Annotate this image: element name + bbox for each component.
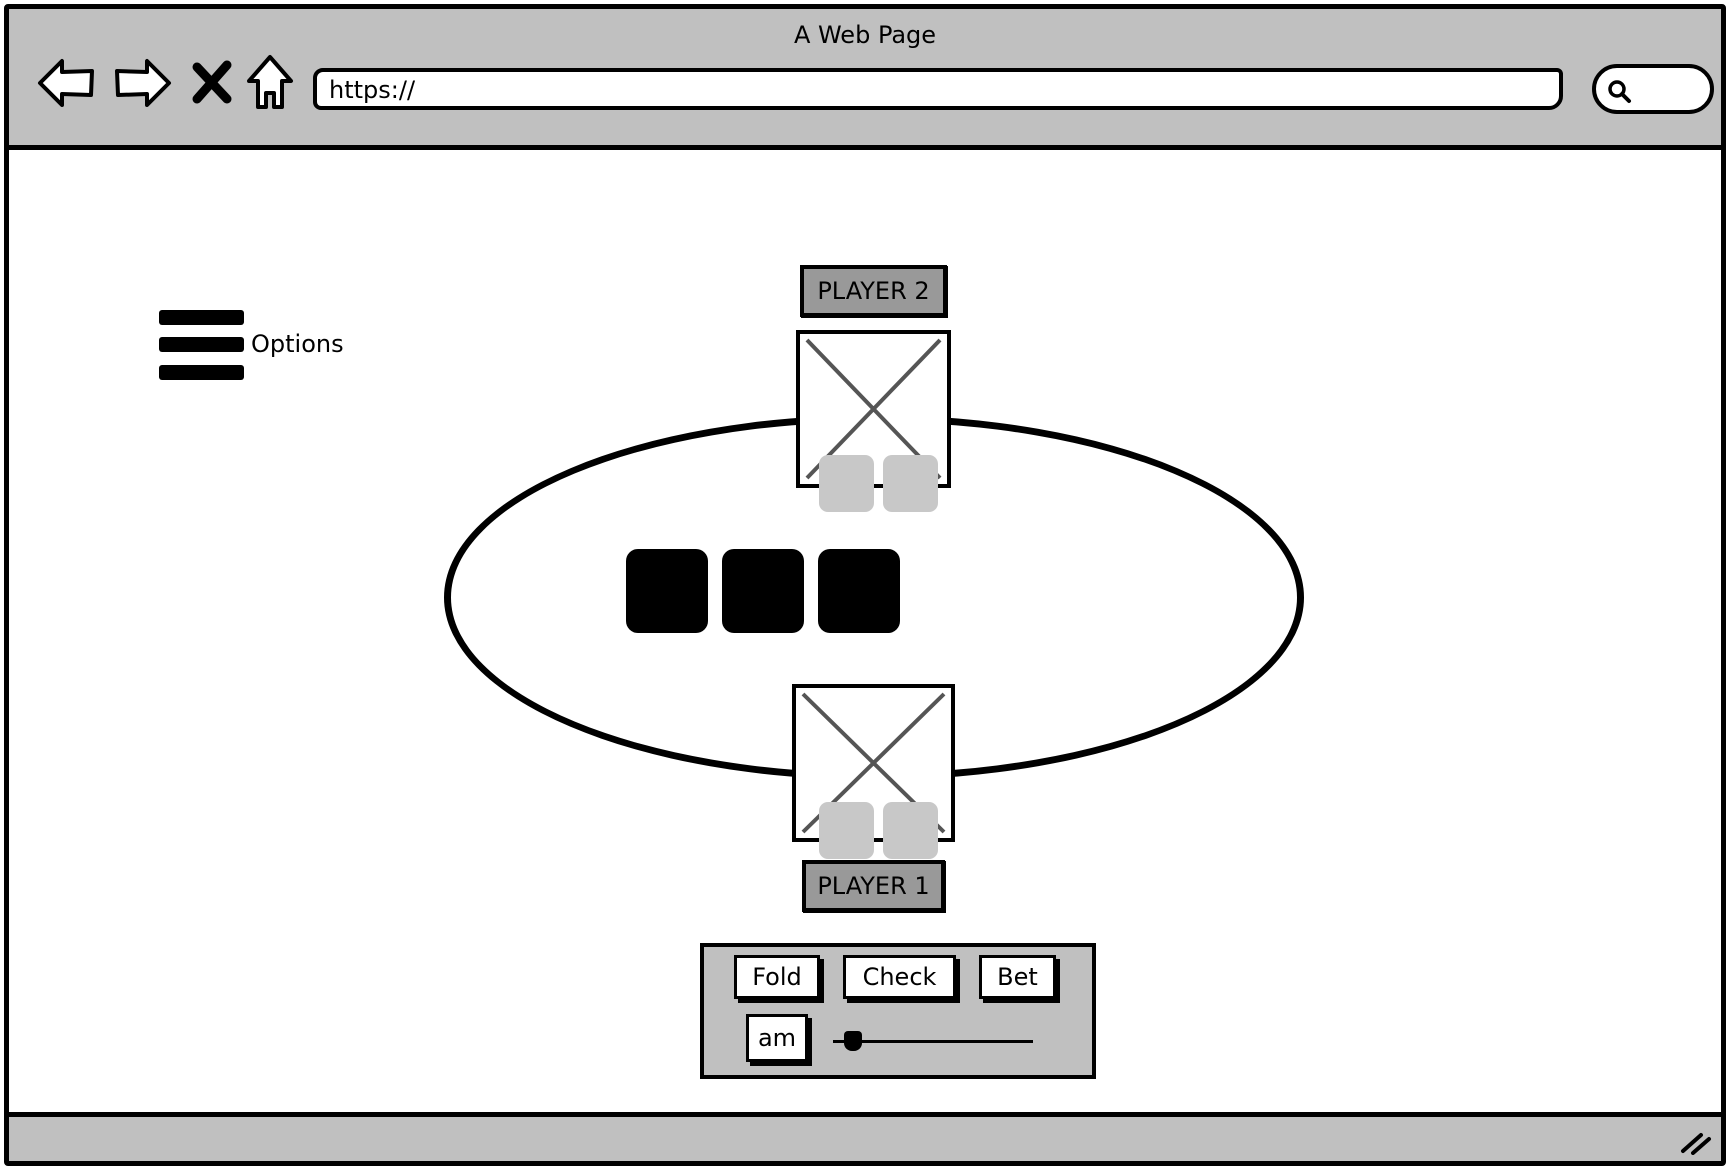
search-icon xyxy=(1608,80,1631,103)
hamburger-menu-icon[interactable] xyxy=(159,310,244,380)
player-2-label: PLAYER 2 xyxy=(800,265,947,317)
bet-amount-slider[interactable] xyxy=(833,1029,1033,1053)
options-label: Options xyxy=(251,330,344,358)
url-text: https:// xyxy=(329,76,416,104)
page-content: Options PLAYER 2 PLAYER 1 Fold Check Bet… xyxy=(9,150,1721,1122)
browser-toolbar: A Web Page https:// xyxy=(9,9,1721,150)
browser-window: A Web Page https:// Options PLAYER 2 PLA… xyxy=(4,4,1726,1166)
window-title: A Web Page xyxy=(793,21,937,49)
slider-thumb[interactable] xyxy=(844,1031,862,1051)
slider-track xyxy=(833,1040,1033,1043)
close-x-icon[interactable] xyxy=(179,49,245,115)
bet-button[interactable]: Bet xyxy=(979,955,1056,999)
home-icon[interactable] xyxy=(237,49,303,115)
forward-arrow-icon[interactable] xyxy=(109,49,175,115)
status-bar xyxy=(9,1112,1721,1161)
player-2-hole-card xyxy=(883,455,938,512)
community-card xyxy=(722,549,804,633)
action-panel: Fold Check Bet am xyxy=(700,943,1096,1079)
player-1-label: PLAYER 1 xyxy=(802,860,945,912)
check-button[interactable]: Check xyxy=(843,955,956,999)
player-1-hole-card xyxy=(883,802,938,859)
player-1-hole-card xyxy=(819,802,874,859)
url-bar[interactable]: https:// xyxy=(313,68,1563,110)
player-2-hole-card xyxy=(819,455,874,512)
search-field[interactable] xyxy=(1592,64,1714,114)
resize-grip-icon[interactable] xyxy=(1679,1125,1713,1155)
amount-field[interactable]: am xyxy=(746,1014,808,1062)
back-arrow-icon[interactable] xyxy=(34,49,100,115)
fold-button[interactable]: Fold xyxy=(734,955,820,999)
community-card xyxy=(626,549,708,633)
community-card xyxy=(818,549,900,633)
